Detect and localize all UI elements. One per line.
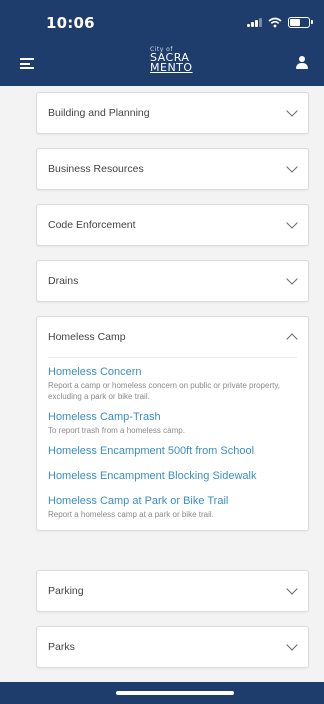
category-parking[interactable]: Parking xyxy=(36,570,309,612)
chevron-down-icon xyxy=(286,161,298,173)
category-homeless-camp: Homeless Camp Homeless Concern Report a … xyxy=(36,316,309,531)
option-encampment-blocking-sidewalk[interactable]: Homeless Encampment Blocking Sidewalk xyxy=(48,470,297,483)
chevron-down-icon xyxy=(286,105,298,117)
category-building-and-planning[interactable]: Building and Planning xyxy=(36,92,309,134)
option-homeless-camp-trash[interactable]: Homeless Camp-Trash To report trash from… xyxy=(48,411,297,436)
category-header[interactable]: Building and Planning xyxy=(37,93,308,133)
option-camp-at-park-or-bike-trail[interactable]: Homeless Camp at Park or Bike Trail Repo… xyxy=(48,495,297,520)
category-drains[interactable]: Drains xyxy=(36,260,309,302)
chevron-down-icon xyxy=(286,583,298,595)
category-business-resources[interactable]: Business Resources xyxy=(36,148,309,190)
category-code-enforcement[interactable]: Code Enforcement xyxy=(36,204,309,246)
chevron-down-icon xyxy=(286,273,298,285)
wifi-icon xyxy=(268,17,282,27)
category-parks[interactable]: Parks xyxy=(36,626,309,668)
option-encampment-500ft-from-school[interactable]: Homeless Encampment 500ft from School xyxy=(48,445,297,458)
homeless-camp-options: Homeless Concern Report a camp or homele… xyxy=(37,358,308,530)
category-header[interactable]: Drains xyxy=(37,261,308,301)
home-indicator[interactable] xyxy=(116,691,234,695)
category-header[interactable]: Parking xyxy=(37,571,308,611)
battery-icon xyxy=(288,16,313,28)
category-header[interactable]: Parks xyxy=(37,627,308,667)
category-header[interactable]: Code Enforcement xyxy=(37,205,308,245)
status-bar: 10:06 xyxy=(0,0,324,40)
chevron-down-icon xyxy=(286,639,298,651)
hamburger-icon[interactable] xyxy=(20,58,34,69)
signal-icon xyxy=(247,17,262,27)
chevron-up-icon xyxy=(286,333,298,345)
bottom-bar xyxy=(0,682,324,704)
status-icons xyxy=(247,16,313,28)
category-header[interactable]: Business Resources xyxy=(37,149,308,189)
app-header: City of SACRA MENTO xyxy=(0,40,324,86)
chevron-down-icon xyxy=(286,217,298,229)
sacramento-logo: City of SACRA MENTO xyxy=(150,46,193,74)
option-homeless-concern[interactable]: Homeless Concern Report a camp or homele… xyxy=(48,366,297,402)
status-time: 10:06 xyxy=(46,14,95,32)
category-header[interactable]: Homeless Camp xyxy=(37,317,308,357)
user-icon[interactable] xyxy=(296,56,308,70)
